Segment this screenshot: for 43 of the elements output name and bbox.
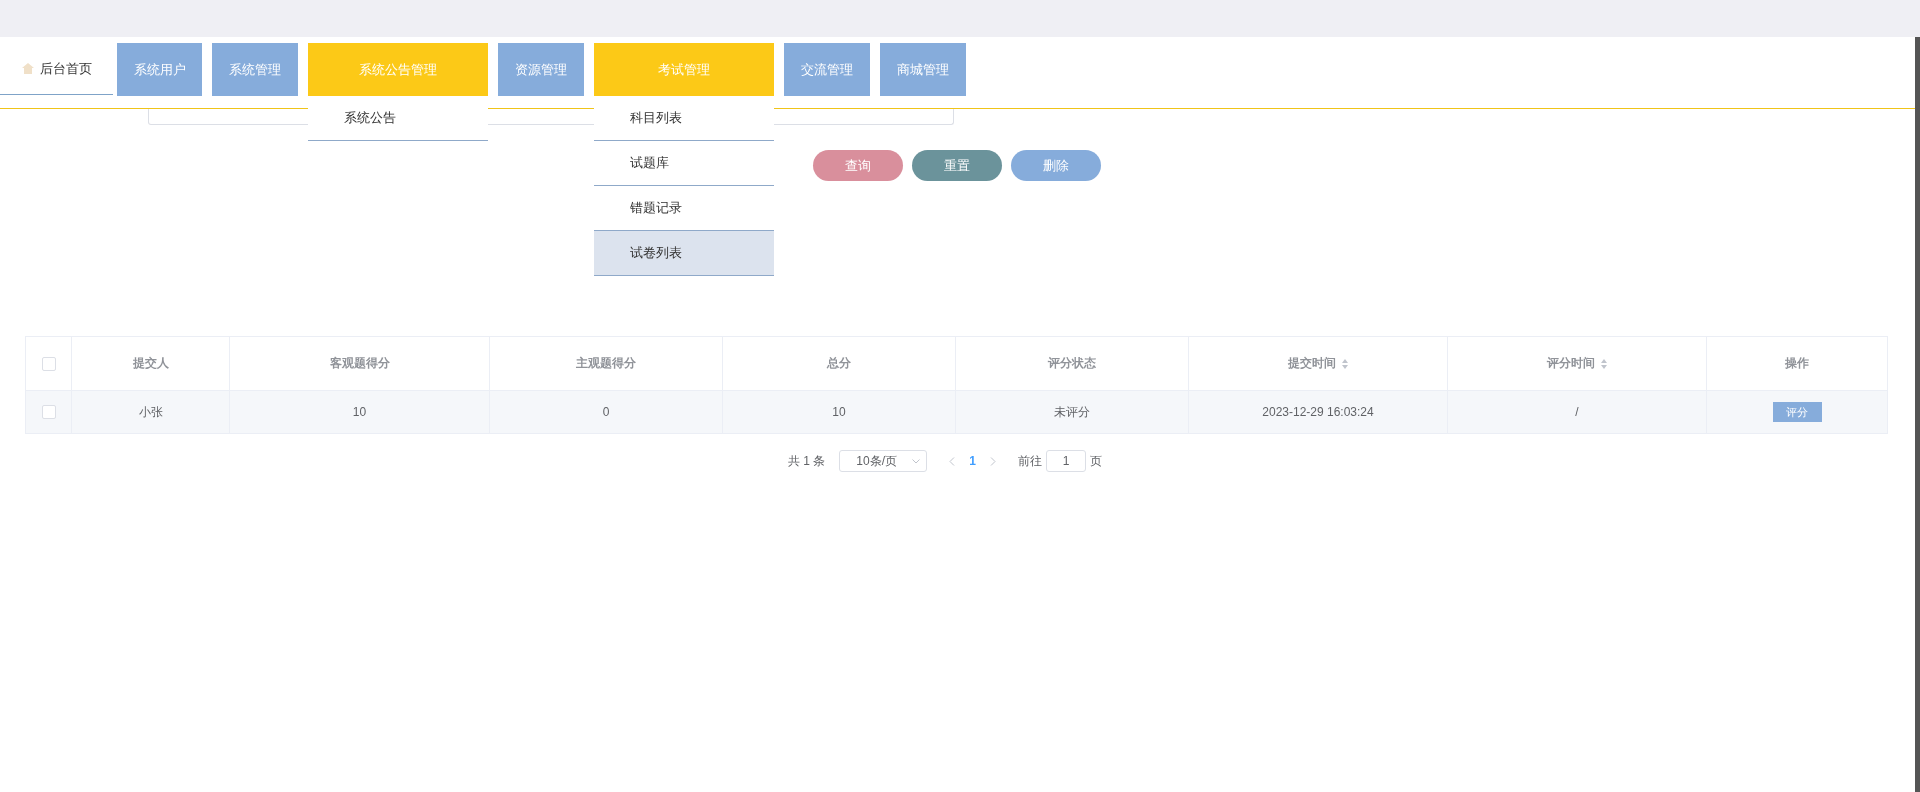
table-cell: 小张 xyxy=(138,403,163,421)
column-header: 操作 xyxy=(1785,355,1809,372)
goto-label: 前往 xyxy=(1018,452,1042,470)
action-button[interactable]: 查询 xyxy=(813,150,903,181)
sort-icon[interactable] xyxy=(1340,357,1349,370)
rate-button[interactable]: 评分 xyxy=(1772,402,1822,422)
input-field[interactable] xyxy=(148,109,954,125)
nav-menu-item[interactable]: 系统公告管理 xyxy=(308,43,488,96)
page-unit: 页 xyxy=(1090,452,1102,470)
home-tab[interactable]: 后台首页 xyxy=(0,43,113,95)
dropdown-item[interactable]: 试卷列表 xyxy=(594,231,774,276)
column-header: 客观题得分 xyxy=(329,355,390,372)
column-header: 总分 xyxy=(827,355,851,372)
column-header: 评分状态 xyxy=(1048,355,1096,372)
page-number[interactable]: 1 xyxy=(969,454,976,468)
checkbox[interactable] xyxy=(41,405,56,419)
table-cell: 0 xyxy=(602,405,610,419)
table-cell: 2023-12-29 16:03:24 xyxy=(1262,405,1374,419)
prev-page-icon[interactable] xyxy=(949,456,956,466)
next-page-icon[interactable] xyxy=(990,456,996,466)
column-header: 主观题得分 xyxy=(576,355,636,372)
nav-menu-item[interactable]: 商城管理 xyxy=(880,43,966,96)
nav-menu-item[interactable]: 系统管理 xyxy=(212,43,298,96)
nav-menu-item[interactable]: 资源管理 xyxy=(498,43,584,96)
total-count: 共 1 条 xyxy=(788,452,826,470)
checkbox[interactable] xyxy=(41,356,56,371)
table-cell: 未评分 xyxy=(1054,403,1090,421)
action-button[interactable]: 重置 xyxy=(912,150,1002,181)
nav-menu-item[interactable]: 交流管理 xyxy=(784,43,870,96)
action-button[interactable]: 删除 xyxy=(1011,150,1101,181)
column-header: 提交时间 xyxy=(1287,355,1336,372)
column-header: 评分时间 xyxy=(1546,355,1595,372)
goto-page-field[interactable]: 1 xyxy=(1046,450,1086,472)
table-cell: / xyxy=(1575,405,1579,419)
table-cell: 10 xyxy=(352,405,367,419)
page-size-select[interactable]: 10条/页 xyxy=(839,450,928,472)
nav-menu-item[interactable]: 考试管理 xyxy=(594,43,774,96)
home-icon xyxy=(21,63,34,74)
table-cell: 10 xyxy=(832,405,846,419)
sort-icon[interactable] xyxy=(1599,357,1608,370)
nav-menu-item[interactable]: 系统用户 xyxy=(117,43,202,96)
column-header: 提交人 xyxy=(132,355,169,372)
chevron-down-icon xyxy=(912,458,921,464)
